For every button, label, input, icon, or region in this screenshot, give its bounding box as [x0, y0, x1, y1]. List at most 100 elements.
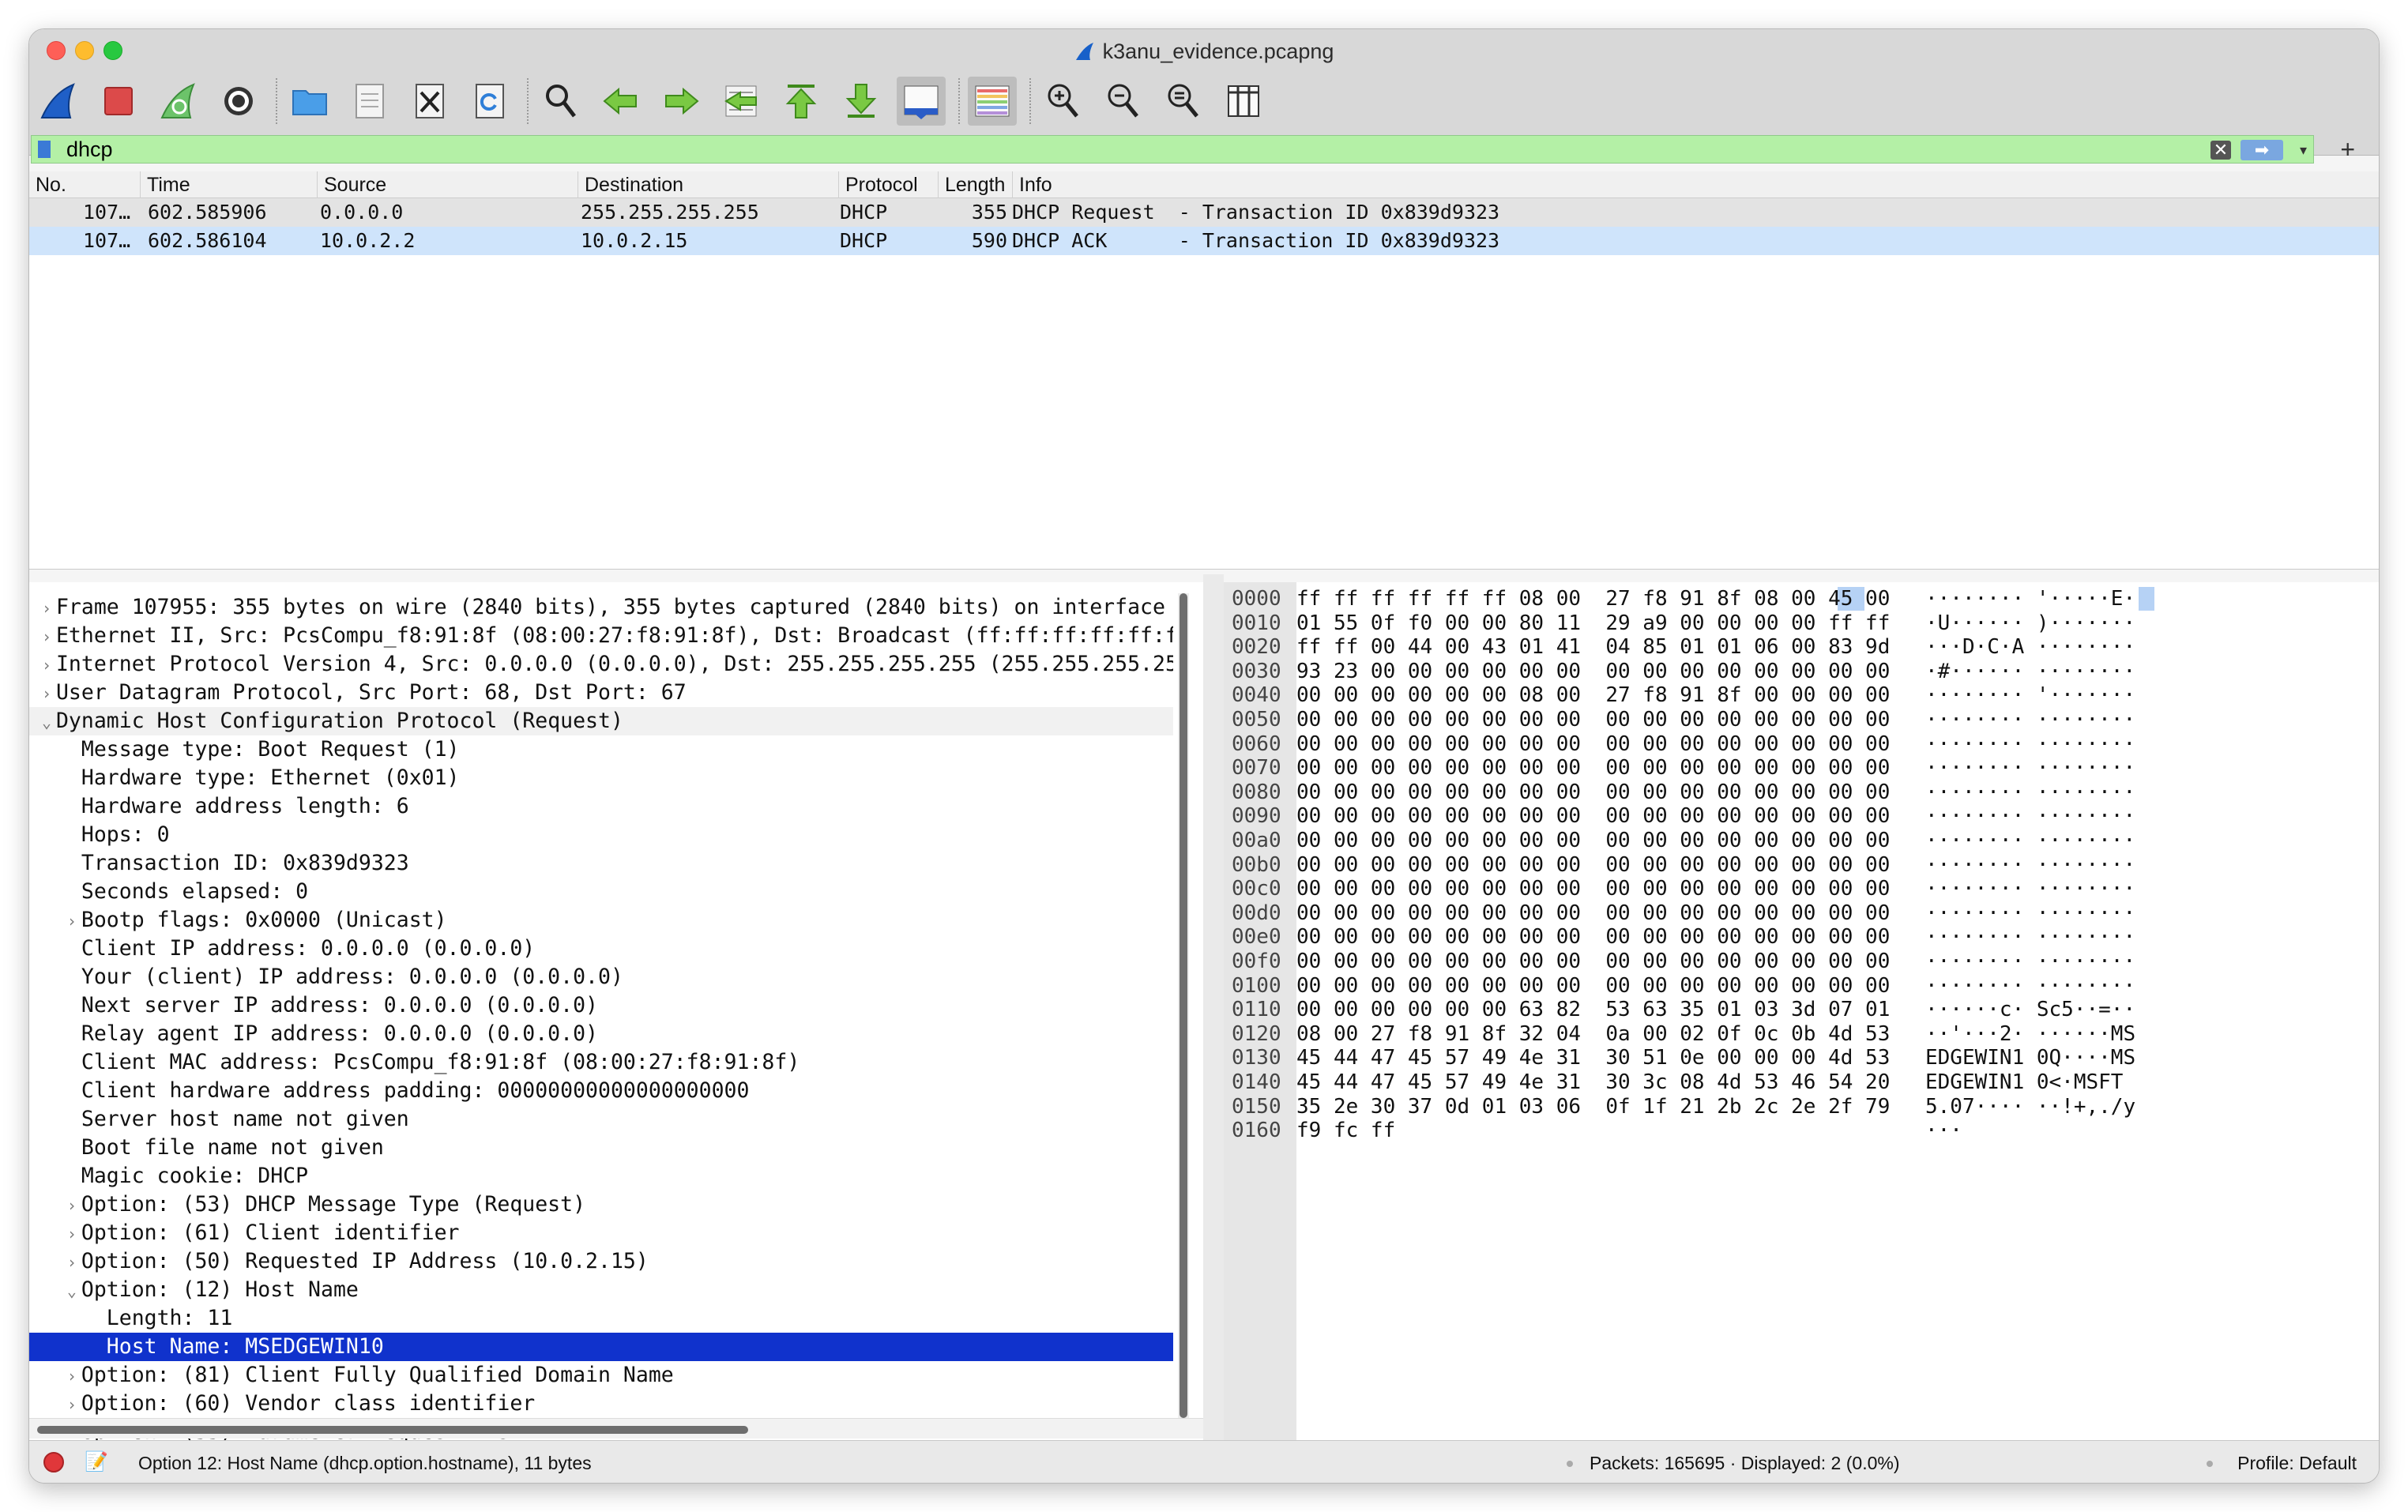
detail-tree-item[interactable]: › Bootp flags: 0x0000 (Unicast) [29, 906, 1173, 935]
close-file-icon[interactable] [405, 77, 454, 126]
hex-bytes[interactable]: 00 00 00 00 00 00 08 00 27 f8 91 8f 00 0… [1296, 683, 1890, 707]
go-forward-arrow-icon[interactable] [657, 77, 705, 126]
hex-ascii[interactable]: ········ '······· [1925, 683, 2135, 707]
hex-ascii[interactable]: ······c· Sc5··=·· [1925, 998, 2135, 1021]
hex-bytes[interactable]: 00 00 00 00 00 00 00 00 00 00 00 00 00 0… [1296, 804, 1890, 828]
detail-tree-item[interactable]: › Ethernet II, Src: PcsCompu_f8:91:8f (08… [29, 622, 1173, 650]
detail-tree-item[interactable]: Relay agent IP address: 0.0.0.0 (0.0.0.0… [29, 1020, 1173, 1048]
hex-ascii[interactable]: ·#······ ········ [1925, 660, 2135, 683]
column-header-source[interactable]: Source [317, 171, 578, 198]
hex-bytes[interactable]: 00 00 00 00 00 00 00 00 00 00 00 00 00 0… [1296, 732, 1890, 756]
hex-ascii[interactable]: ···D·C·A ········ [1925, 635, 2135, 659]
clear-filter-icon[interactable]: ✕ [2210, 141, 2231, 160]
hex-ascii[interactable]: ········ ········ [1925, 877, 2135, 901]
hex-ascii[interactable]: ········ ········ [1925, 732, 2135, 756]
pane-splitter[interactable] [1203, 574, 1224, 1467]
hex-ascii[interactable]: ········ ········ [1925, 901, 2135, 925]
capture-comment-pencil-icon[interactable]: 📝 [85, 1450, 108, 1473]
hex-ascii[interactable]: ········ ········ [1925, 950, 2135, 973]
expand-chevron-icon[interactable]: › [67, 907, 81, 935]
filter-bookmark-icon[interactable] [38, 141, 51, 158]
hex-bytes[interactable]: ff ff 00 44 00 43 01 41 04 85 01 01 06 0… [1296, 635, 1890, 659]
detail-tree-item[interactable]: Server host name not given [29, 1105, 1173, 1134]
detail-tree-item[interactable]: ⌄ Dynamic Host Configuration Protocol (Re… [29, 707, 1173, 735]
detail-tree-item[interactable]: Your (client) IP address: 0.0.0.0 (0.0.0… [29, 963, 1173, 991]
autoscroll-icon[interactable] [897, 77, 946, 126]
packet-details-pane[interactable]: › Frame 107955: 355 bytes on wire (2840 b… [29, 582, 1203, 1467]
go-to-packet-icon[interactable] [717, 77, 766, 126]
column-header-protocol[interactable]: Protocol [838, 171, 938, 198]
hex-bytes[interactable]: 00 00 00 00 00 00 00 00 00 00 00 00 00 0… [1296, 925, 1890, 949]
apply-filter-arrow-icon[interactable]: ➡ [2241, 140, 2283, 160]
hex-row[interactable]: 0000 ff ff ff ff ff ff 08 00 27 f8 91 8f … [1224, 587, 2379, 611]
detail-tree-item[interactable]: Client MAC address: PcsCompu_f8:91:8f (0… [29, 1048, 1173, 1077]
display-filter-bar[interactable]: dhcp ✕ ➡ ▾ [31, 135, 2314, 164]
hex-row[interactable]: 0010 01 55 0f f0 00 00 80 11 29 a9 00 00 … [1224, 611, 2379, 635]
expand-chevron-icon[interactable]: › [67, 1390, 81, 1418]
column-header-time[interactable]: Time [140, 171, 317, 198]
hex-bytes[interactable]: 00 00 00 00 00 00 00 00 00 00 00 00 00 0… [1296, 708, 1890, 732]
hex-ascii[interactable]: 5.07···· ··!+,./y [1925, 1095, 2135, 1119]
hex-ascii[interactable]: ··'···2· ······MS [1925, 1022, 2135, 1046]
hex-bytes[interactable]: 00 00 00 00 00 00 00 00 00 00 00 00 00 0… [1296, 780, 1890, 804]
reload-file-icon[interactable] [465, 77, 514, 126]
detail-tree-item[interactable]: › User Datagram Protocol, Src Port: 68, D… [29, 679, 1173, 707]
hex-bytes[interactable]: 00 00 00 00 00 00 63 82 53 63 35 01 03 3… [1296, 998, 1890, 1021]
hex-ascii[interactable]: ········ ········ [1925, 756, 2135, 780]
packet-row[interactable]: 107… 602.585906 0.0.0.0 255.255.255.255 … [29, 198, 2379, 227]
hex-ascii[interactable]: ········ ········ [1925, 974, 2135, 998]
hex-row[interactable]: 0160 f9 fc ff ··· [1224, 1119, 2379, 1142]
zoom-out-icon[interactable] [1099, 77, 1148, 126]
hex-bytes[interactable]: 35 2e 30 37 0d 01 03 06 0f 1f 21 2b 2c 2… [1296, 1095, 1890, 1119]
go-back-arrow-icon[interactable] [596, 77, 645, 126]
expand-chevron-icon[interactable]: › [67, 1362, 81, 1390]
filter-history-chevron-down-icon[interactable]: ▾ [2300, 139, 2307, 161]
detail-tree-item[interactable]: › Option: (60) Vendor class identifier [29, 1390, 1173, 1418]
hex-ascii[interactable]: ········ ········ [1925, 780, 2135, 804]
collapse-chevron-icon[interactable]: ⌄ [67, 1277, 81, 1304]
hex-bytes[interactable]: 00 00 00 00 00 00 00 00 00 00 00 00 00 0… [1296, 901, 1890, 925]
zoom-in-icon[interactable] [1039, 77, 1088, 126]
hex-row[interactable]: 00c0 00 00 00 00 00 00 00 00 00 00 00 00 … [1224, 877, 2379, 901]
hex-ascii[interactable]: ········ '·····E· [1925, 587, 2135, 611]
hex-bytes[interactable]: 45 44 47 45 57 49 4e 31 30 3c 08 4d 53 4… [1296, 1070, 1890, 1094]
hex-row[interactable]: 00d0 00 00 00 00 00 00 00 00 00 00 00 00 … [1224, 901, 2379, 925]
open-file-folder-icon[interactable] [285, 77, 334, 126]
detail-tree-item[interactable]: › Option: (61) Client identifier [29, 1219, 1173, 1247]
expand-chevron-icon[interactable]: › [42, 594, 56, 622]
hex-bytes[interactable]: 00 00 00 00 00 00 00 00 00 00 00 00 00 0… [1296, 950, 1890, 973]
hex-ascii[interactable]: EDGEWIN1 0Q····MS [1925, 1046, 2135, 1070]
hex-row[interactable]: 0090 00 00 00 00 00 00 00 00 00 00 00 00 … [1224, 804, 2379, 828]
hex-row[interactable]: 0050 00 00 00 00 00 00 00 00 00 00 00 00 … [1224, 708, 2379, 732]
hex-ascii[interactable]: ········ ········ [1925, 829, 2135, 852]
hex-bytes[interactable]: ff ff ff ff ff ff 08 00 27 f8 91 8f 08 0… [1296, 587, 1890, 611]
hex-bytes[interactable]: 00 00 00 00 00 00 00 00 00 00 00 00 00 0… [1296, 853, 1890, 877]
detail-tree-item[interactable]: Transaction ID: 0x839d9323 [29, 849, 1173, 878]
hex-row[interactable]: 0100 00 00 00 00 00 00 00 00 00 00 00 00 … [1224, 974, 2379, 998]
expand-chevron-icon[interactable]: › [42, 651, 56, 679]
hex-ascii[interactable]: EDGEWIN1 0<·MSFT [1925, 1070, 2135, 1094]
detail-tree-item[interactable]: Message type: Boot Request (1) [29, 735, 1173, 764]
hex-bytes[interactable]: f9 fc ff [1296, 1119, 1395, 1142]
detail-tree-item[interactable]: Next server IP address: 0.0.0.0 (0.0.0.0… [29, 991, 1173, 1020]
capture-options-gear-icon[interactable] [214, 77, 263, 126]
add-filter-button[interactable]: + [2340, 135, 2355, 164]
detail-tree-item[interactable]: Client IP address: 0.0.0.0 (0.0.0.0) [29, 935, 1173, 963]
colorize-icon[interactable] [968, 77, 1017, 126]
packet-row[interactable]: 107… 602.586104 10.0.2.2 10.0.2.15 DHCP … [29, 227, 2379, 255]
hex-row[interactable]: 0040 00 00 00 00 00 00 08 00 27 f8 91 8f … [1224, 683, 2379, 707]
hex-ascii[interactable]: ········ ········ [1925, 708, 2135, 732]
detail-tree-item[interactable]: › Option: (81) Client Fully Qualified Dom… [29, 1361, 1173, 1390]
detail-tree-item[interactable]: Magic cookie: DHCP [29, 1162, 1173, 1190]
resize-columns-icon[interactable] [1219, 77, 1268, 126]
expand-chevron-icon[interactable]: › [42, 622, 56, 650]
hex-row[interactable]: 0080 00 00 00 00 00 00 00 00 00 00 00 00 … [1224, 780, 2379, 804]
hex-ascii[interactable]: ··· [1925, 1119, 1962, 1142]
hex-bytes[interactable]: 00 00 00 00 00 00 00 00 00 00 00 00 00 0… [1296, 877, 1890, 901]
save-file-icon[interactable] [345, 77, 394, 126]
detail-tree-item[interactable]: › Option: (50) Requested IP Address (10.0… [29, 1247, 1173, 1276]
hex-bytes[interactable]: 00 00 00 00 00 00 00 00 00 00 00 00 00 0… [1296, 974, 1890, 998]
packet-bytes-pane[interactable]: 0000 ff ff ff ff ff ff 08 00 27 f8 91 8f … [1224, 582, 2379, 1467]
detail-tree-item[interactable]: Hops: 0 [29, 821, 1173, 849]
hex-row[interactable]: 0150 35 2e 30 37 0d 01 03 06 0f 1f 21 2b … [1224, 1095, 2379, 1119]
